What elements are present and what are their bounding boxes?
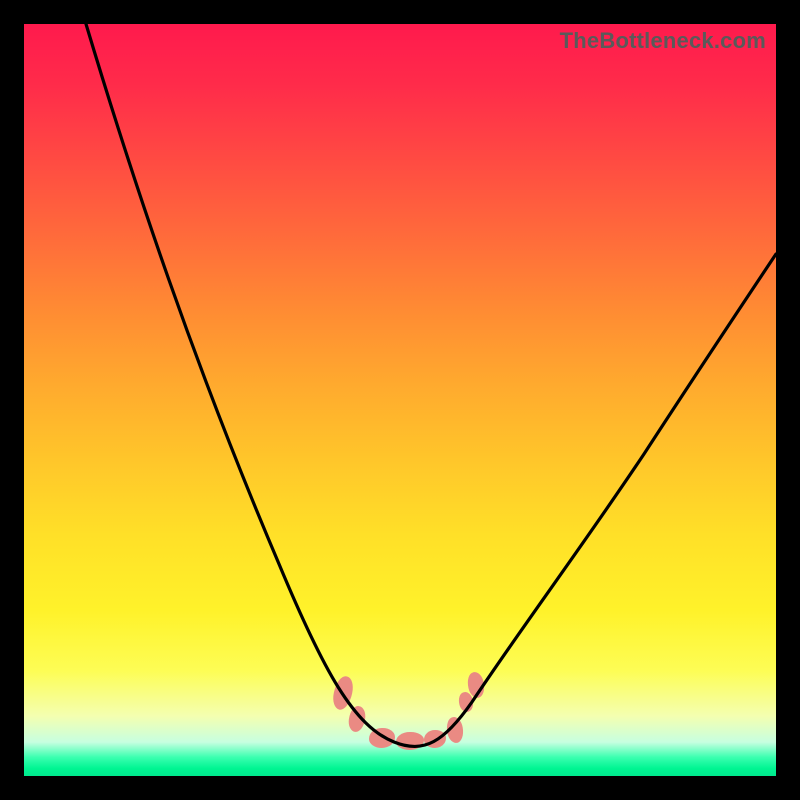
- trough-blob: [369, 728, 395, 748]
- trough-blob: [331, 675, 356, 712]
- trough-blob: [347, 705, 366, 733]
- bottleneck-curve: [24, 24, 776, 776]
- trough-blob: [424, 730, 446, 748]
- plot-area: TheBottleneck.com: [24, 24, 776, 776]
- trough-blob: [396, 732, 424, 750]
- watermark-text: TheBottleneck.com: [560, 28, 766, 54]
- trough-blob: [457, 691, 475, 714]
- trough-blob: [465, 671, 486, 700]
- trough-blob: [445, 716, 465, 744]
